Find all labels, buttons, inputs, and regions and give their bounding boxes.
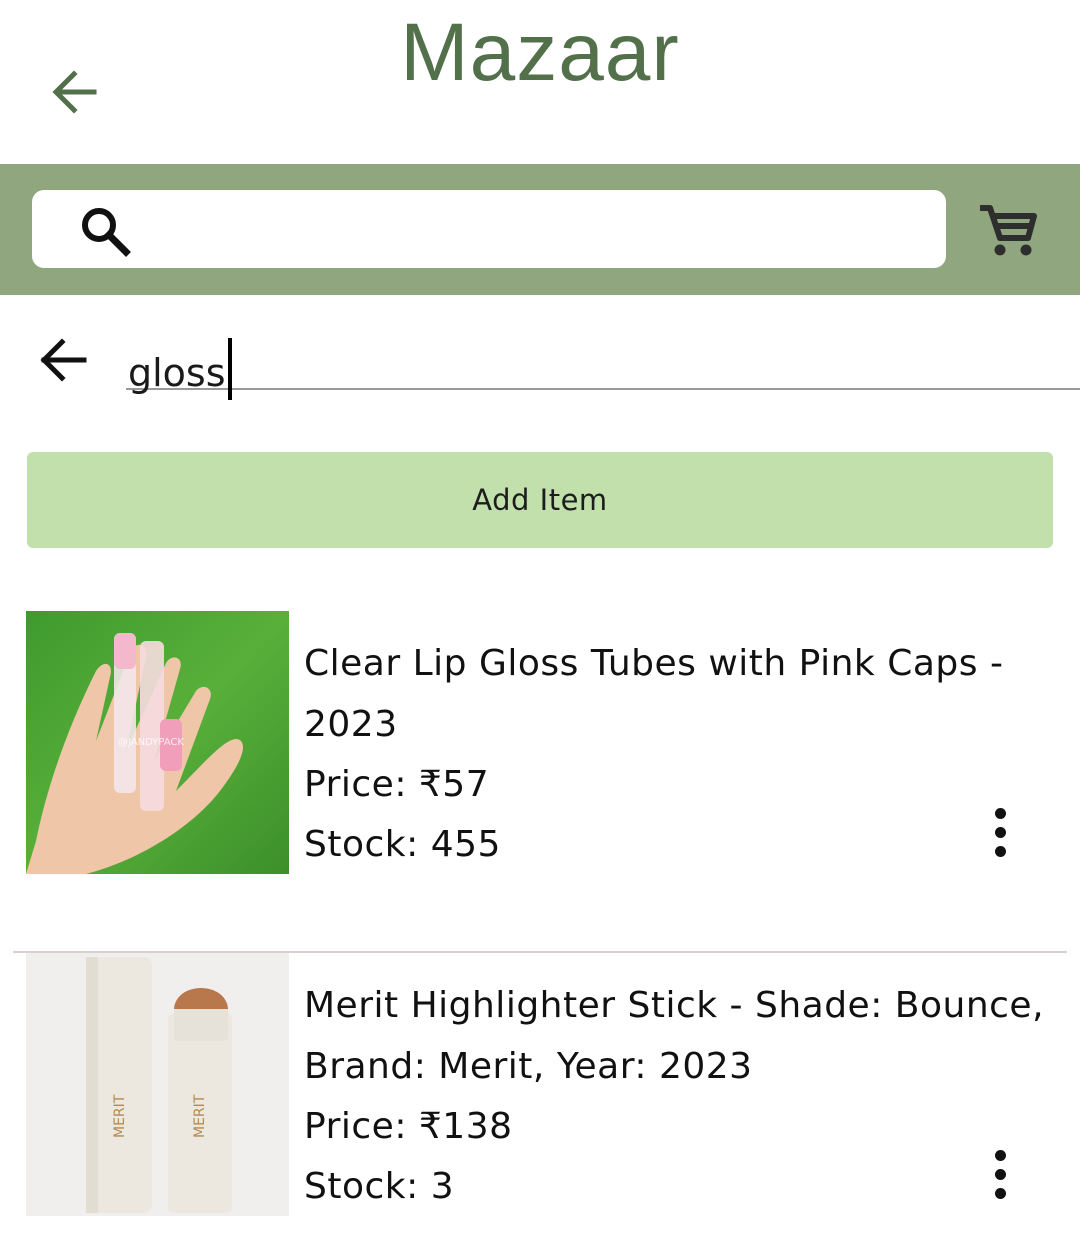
more-options-button[interactable]	[985, 806, 1015, 860]
app-title: Mazaar	[400, 7, 680, 98]
add-item-button[interactable]: Add Item	[27, 452, 1053, 548]
more-options-button[interactable]	[985, 1148, 1015, 1202]
text-caret	[227, 338, 232, 400]
image-brand: MERIT	[112, 1094, 128, 1138]
query-back-button[interactable]	[34, 332, 94, 388]
search-bar	[0, 164, 1080, 295]
image-brand: MERIT	[192, 1094, 208, 1138]
product-name: Clear Lip Gloss Tubes with Pink Caps - 2…	[304, 643, 1004, 745]
product-stock: Stock: 3	[304, 1166, 455, 1207]
product-info: Clear Lip Gloss Tubes with Pink Caps - 2…	[304, 633, 1064, 875]
more-vert-icon	[995, 1150, 1006, 1161]
product-stock: Stock: 455	[304, 824, 501, 865]
product-price: Price: ₹138	[304, 1106, 513, 1147]
product-image: MERIT MERIT	[26, 953, 289, 1216]
query-text: gloss	[128, 338, 232, 400]
app-header: Mazaar	[0, 0, 1080, 164]
search-icon	[82, 208, 131, 257]
product-list-item[interactable]: MERIT MERIT Merit Highlighter Stick - Sh…	[0, 953, 1080, 1255]
product-info: Merit Highlighter Stick - Shade: Bounce,…	[304, 975, 1064, 1217]
product-price: Price: ₹57	[304, 764, 490, 805]
product-name: Merit Highlighter Stick - Shade: Bounce,…	[304, 985, 1045, 1087]
more-vert-icon	[995, 808, 1006, 819]
arrow-left-icon	[40, 338, 87, 382]
query-value: gloss	[128, 351, 226, 395]
query-input[interactable]: gloss	[126, 320, 1080, 400]
image-watermark: @JANDYPACK	[118, 737, 184, 748]
search-input[interactable]	[32, 190, 946, 268]
product-list-item[interactable]: @JANDYPACK Clear Lip Gloss Tubes with Pi…	[0, 611, 1080, 953]
cart-button[interactable]	[972, 198, 1042, 262]
cart-icon	[980, 205, 1037, 256]
query-row: gloss	[0, 310, 1080, 400]
product-image: @JANDYPACK	[26, 611, 289, 874]
